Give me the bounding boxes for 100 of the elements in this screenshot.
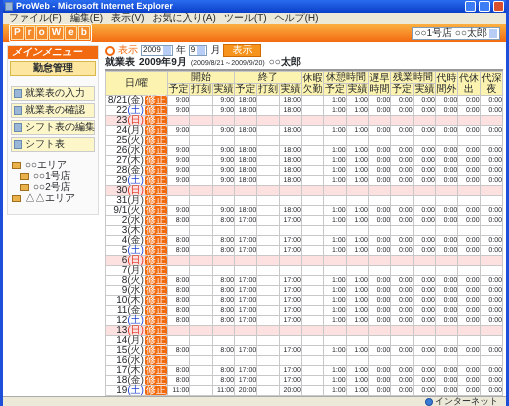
edit-button[interactable]: 修正 xyxy=(145,206,167,215)
edit-button[interactable]: 修正 xyxy=(145,256,167,265)
edit-button[interactable]: 修正 xyxy=(145,196,167,205)
weekday-text: (月) xyxy=(127,125,144,136)
edit-button[interactable]: 修正 xyxy=(145,356,167,365)
month-label: 2009年9月 xyxy=(139,57,187,69)
weekday-text: (金) xyxy=(127,375,144,386)
menu-item[interactable]: ツール(T) xyxy=(224,13,267,24)
weekday-text: (金) xyxy=(127,235,144,246)
weekday-text: (日) xyxy=(127,325,144,336)
date-text: 25 xyxy=(116,135,128,146)
browser-icon xyxy=(5,2,13,11)
section-button[interactable]: 勤怠管理 xyxy=(10,61,96,76)
logo[interactable]: P r o W e b xyxy=(9,24,92,42)
weekday-text: (木) xyxy=(127,155,144,166)
edit-button[interactable]: 修正 xyxy=(145,336,167,345)
edit-button[interactable]: 修正 xyxy=(145,366,167,375)
column-header: 代休出 xyxy=(458,72,480,96)
maximize-button[interactable] xyxy=(479,1,490,12)
edit-button[interactable]: 修正 xyxy=(145,146,167,155)
weekday-text: (日) xyxy=(127,255,144,266)
edit-button[interactable]: 修正 xyxy=(145,106,167,115)
edit-button[interactable]: 修正 xyxy=(145,96,167,105)
tree-link[interactable]: ○○1号店 xyxy=(33,171,71,182)
date-text: 7 xyxy=(122,265,128,276)
weekday-text: (月) xyxy=(127,195,144,206)
edit-button[interactable]: 修正 xyxy=(145,286,167,295)
edit-button[interactable]: 修正 xyxy=(145,186,167,195)
edit-button[interactable]: 修正 xyxy=(145,266,167,275)
date-text: 9 xyxy=(122,285,128,296)
column-header: 終了 xyxy=(234,72,302,84)
date-text: 19 xyxy=(116,385,128,396)
user-select[interactable]: ○○1号店 ○○太郎 xyxy=(412,26,500,40)
edit-button[interactable]: 修正 xyxy=(145,216,167,225)
date-text: 3 xyxy=(122,225,128,236)
month-select[interactable]: 9 xyxy=(188,45,208,56)
date-text: 10 xyxy=(116,295,128,306)
date-text: 26 xyxy=(116,145,128,156)
menu-button[interactable]: シフト表の編集 xyxy=(11,120,95,135)
year-select[interactable]: 2009 xyxy=(141,45,173,56)
edit-button[interactable]: 修正 xyxy=(145,246,167,255)
date-text: 11 xyxy=(116,305,128,316)
edit-button[interactable]: 修正 xyxy=(145,126,167,135)
date-text: 15 xyxy=(116,345,128,356)
menu-item[interactable]: ファイル(F) xyxy=(9,13,62,24)
edit-button[interactable]: 修正 xyxy=(145,116,167,125)
date-text: 4 xyxy=(122,235,128,246)
menu-button[interactable]: 就業表の確認 xyxy=(11,103,95,118)
date-text: 8 xyxy=(122,275,128,286)
weekday-text: (金) xyxy=(127,165,144,176)
column-header: 日/曜 xyxy=(106,72,168,96)
menu-item[interactable]: 表示(V) xyxy=(111,13,144,24)
weekday-text: (土) xyxy=(127,385,144,396)
weekday-text: (水) xyxy=(127,215,144,226)
column-header: 開始 xyxy=(168,72,234,84)
edit-button[interactable]: 修正 xyxy=(145,176,167,185)
date-text: 31 xyxy=(116,195,128,206)
page-title: 就業表 xyxy=(105,57,135,69)
date-text: 5 xyxy=(122,245,128,256)
date-text: 23 xyxy=(116,115,128,126)
edit-button[interactable]: 修正 xyxy=(145,346,167,355)
column-header: 休暇欠勤 xyxy=(301,72,324,96)
edit-button[interactable]: 修正 xyxy=(145,386,167,395)
weekday-text: (水) xyxy=(127,355,144,366)
edit-button[interactable]: 修正 xyxy=(145,306,167,315)
menu-button[interactable]: シフト表 xyxy=(11,137,95,152)
column-header: 代時間外 xyxy=(435,72,458,96)
edit-button[interactable]: 修正 xyxy=(145,236,167,245)
weekday-text: (水) xyxy=(127,145,144,156)
edit-button[interactable]: 修正 xyxy=(145,326,167,335)
close-button[interactable] xyxy=(493,1,504,12)
edit-button[interactable]: 修正 xyxy=(145,166,167,175)
unit-label: 年 xyxy=(176,45,186,56)
date-text: 28 xyxy=(116,165,128,176)
date-text: 12 xyxy=(116,315,128,326)
menu-item[interactable]: 編集(E) xyxy=(70,13,104,24)
minimize-button[interactable] xyxy=(465,1,476,12)
date-text: 29 xyxy=(116,175,128,186)
weekday-text: (土) xyxy=(127,245,144,256)
tree-link[interactable]: △△エリア xyxy=(25,193,75,204)
date-text: 18 xyxy=(116,375,128,386)
display-button[interactable]: 表示 xyxy=(223,44,262,57)
edit-button[interactable]: 修正 xyxy=(145,136,167,145)
menu-button[interactable]: 就業表の入力 xyxy=(11,86,95,101)
date-text: 13 xyxy=(116,325,128,336)
menu-item[interactable]: ヘルプ(H) xyxy=(274,13,318,24)
edit-button[interactable]: 修正 xyxy=(145,296,167,305)
tree-link[interactable]: ○○2号店 xyxy=(33,182,71,193)
tree-link[interactable]: ○○エリア xyxy=(25,160,68,171)
edit-button[interactable]: 修正 xyxy=(145,156,167,165)
weekday-text: (月) xyxy=(127,265,144,276)
edit-button[interactable]: 修正 xyxy=(145,226,167,235)
weekday-text: (火) xyxy=(127,275,144,286)
edit-button[interactable]: 修正 xyxy=(145,316,167,325)
edit-button[interactable]: 修正 xyxy=(145,376,167,385)
weekday-text: (金) xyxy=(127,305,144,316)
menu-item[interactable]: お気に入り(A) xyxy=(152,13,216,24)
weekday-text: (水) xyxy=(127,285,144,296)
weekday-text: (日) xyxy=(127,115,144,126)
edit-button[interactable]: 修正 xyxy=(145,276,167,285)
